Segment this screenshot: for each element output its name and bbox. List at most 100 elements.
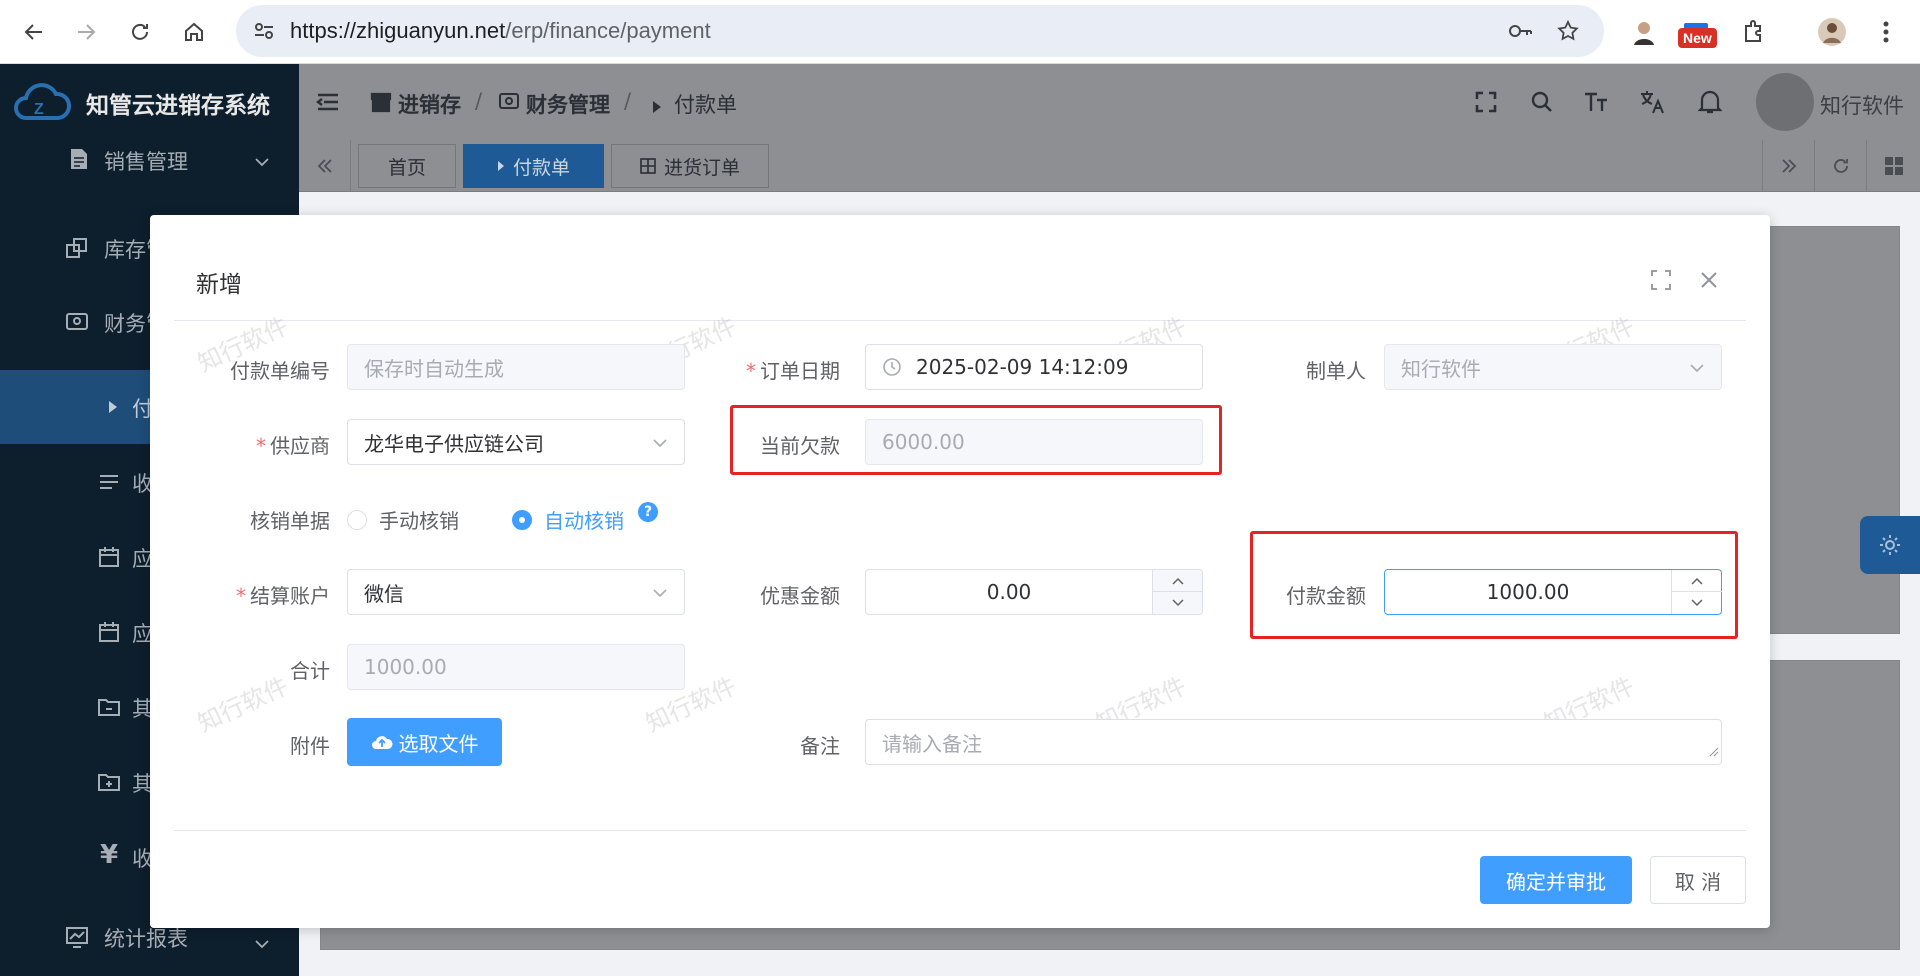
radio-circle	[512, 509, 532, 530]
tab-label: 进货订单	[663, 156, 740, 179]
discount-number-input[interactable]: 0.00	[865, 569, 1203, 615]
radio-manual-writeoff[interactable]: 手动核销	[347, 505, 459, 534]
bookmark-star-icon[interactable]	[1554, 17, 1582, 45]
calendar-icon	[96, 544, 122, 570]
user-name[interactable]: 知行软件	[1820, 90, 1904, 120]
total-input: 1000.00	[347, 644, 685, 690]
breadcrumb-item-2[interactable]: 财务管理	[526, 89, 610, 119]
chevron-down-icon	[652, 432, 668, 456]
help-question-icon[interactable]: ?	[638, 502, 658, 522]
highlight-payment-amount	[1250, 531, 1738, 639]
translate-icon[interactable]	[1636, 86, 1668, 118]
notification-bell-icon[interactable]	[1694, 86, 1726, 118]
yen-icon: ¥	[99, 840, 119, 870]
increase-icon[interactable]	[1153, 570, 1203, 592]
site-settings-icon[interactable]	[250, 17, 278, 45]
inventory-icon	[64, 235, 90, 261]
tabs-scroll-right-icon[interactable]	[1762, 140, 1814, 192]
decrease-icon[interactable]	[1153, 592, 1203, 614]
address-bar[interactable]: https://zhiguanyun.net/erp/finance/payme…	[236, 5, 1604, 57]
close-icon[interactable]	[1696, 267, 1722, 293]
cloud-upload-icon	[371, 736, 393, 749]
logo-cloud-icon: Z	[12, 78, 72, 131]
remark-textarea[interactable]: 请输入备注	[865, 719, 1722, 765]
highlight-current-debt	[730, 405, 1222, 475]
tab-label: 付款单	[512, 156, 570, 179]
order-date-picker[interactable]: 2025-02-09 14:12:09	[865, 344, 1203, 390]
order-date-label: * 订单日期	[746, 359, 840, 383]
select-file-button[interactable]: 选取文件	[347, 718, 502, 766]
attachment-label: 附件	[290, 734, 330, 758]
account-select[interactable]: 微信	[347, 569, 685, 615]
tabs-scroll-left-icon[interactable]	[299, 140, 351, 192]
app-title: 知管云进销存系统	[86, 93, 270, 119]
caret-right-icon	[100, 394, 126, 420]
breadcrumb-item-1[interactable]: 进销存	[398, 89, 461, 119]
chevron-down-icon	[1689, 357, 1705, 381]
caret-right-icon	[652, 95, 662, 119]
supplier-select[interactable]: 龙华电子供应链公司	[347, 419, 685, 465]
maximize-icon[interactable]	[1648, 267, 1674, 293]
sidebar-item-sales[interactable]: 销售管理	[0, 140, 299, 180]
finance-icon	[498, 92, 520, 117]
grid-icon	[640, 158, 656, 174]
payment-dialog: 新增 知行软件 知行软件 知行软件 知行软件 知行软件 知行软件 知行软件 知行…	[150, 215, 1770, 928]
extensions-puzzle-icon[interactable]	[1734, 12, 1774, 52]
chevron-down-icon	[652, 582, 668, 606]
supplier-label: * 供应商	[256, 434, 330, 458]
payment-no-input: 保存时自动生成	[347, 344, 685, 390]
profile-avatar-icon[interactable]	[1812, 12, 1852, 52]
home-icon[interactable]	[172, 10, 216, 54]
finance-icon	[64, 309, 90, 335]
folder-plus-icon	[96, 769, 122, 795]
tab-home[interactable]: 首页	[358, 144, 456, 188]
dialog-footer-divider	[174, 830, 1746, 831]
tabs-refresh-icon[interactable]	[1814, 140, 1866, 192]
radio-auto-writeoff[interactable]: 自动核销	[512, 505, 624, 534]
confirm-approve-button[interactable]: 确定并审批	[1480, 856, 1632, 904]
font-size-icon[interactable]	[1580, 86, 1612, 118]
remark-label: 备注	[800, 734, 840, 758]
search-icon[interactable]	[1526, 86, 1558, 118]
tabs-grid-menu-icon[interactable]	[1866, 140, 1920, 192]
calendar-icon	[96, 619, 122, 645]
account-label: * 结算账户	[236, 584, 330, 608]
caret-right-icon	[497, 161, 504, 171]
tab-payment[interactable]: 付款单	[463, 144, 604, 188]
avatar[interactable]	[1756, 73, 1814, 131]
breadcrumb-separator: /	[624, 89, 632, 113]
chevron-down-icon	[255, 148, 269, 172]
store-icon	[370, 91, 392, 118]
tab-label: 首页	[387, 156, 426, 179]
dialog-title: 新增	[196, 272, 242, 298]
fullscreen-icon[interactable]	[1470, 86, 1502, 118]
chart-icon	[64, 924, 90, 950]
logo-area: Z 知管云进销存系统	[0, 64, 299, 140]
tab-purchase-order[interactable]: 进货订单	[611, 144, 769, 188]
resize-handle-icon[interactable]	[1709, 738, 1719, 762]
back-icon[interactable]	[12, 10, 56, 54]
browser-menu-icon[interactable]	[1866, 12, 1906, 52]
svg-text:Z: Z	[34, 101, 44, 118]
menu-toggle-icon[interactable]	[312, 86, 344, 118]
dialog-header-divider	[174, 320, 1746, 321]
new-badge: New	[1678, 28, 1717, 48]
radio-circle	[347, 509, 367, 530]
discount-label: 优惠金额	[760, 584, 840, 608]
settings-gear-icon[interactable]	[1860, 516, 1920, 574]
chevron-down-icon	[255, 930, 269, 954]
list-icon	[96, 469, 122, 495]
key-icon[interactable]	[1506, 17, 1534, 45]
reload-icon[interactable]	[118, 10, 162, 54]
payment-no-label: 付款单编号	[230, 359, 330, 383]
document-icon	[66, 146, 92, 172]
folder-minus-icon	[96, 694, 122, 720]
total-label: 合计	[290, 659, 330, 683]
creator-select: 知行软件	[1384, 344, 1722, 390]
breadcrumb-item-3: 付款单	[674, 93, 737, 117]
writeoff-label: 核销单据	[250, 509, 330, 533]
cancel-button[interactable]: 取 消	[1650, 856, 1746, 904]
extension-avatar-icon[interactable]	[1624, 12, 1664, 52]
forward-icon[interactable]	[64, 10, 108, 54]
sidebar-item-label: 销售管理	[104, 150, 188, 174]
